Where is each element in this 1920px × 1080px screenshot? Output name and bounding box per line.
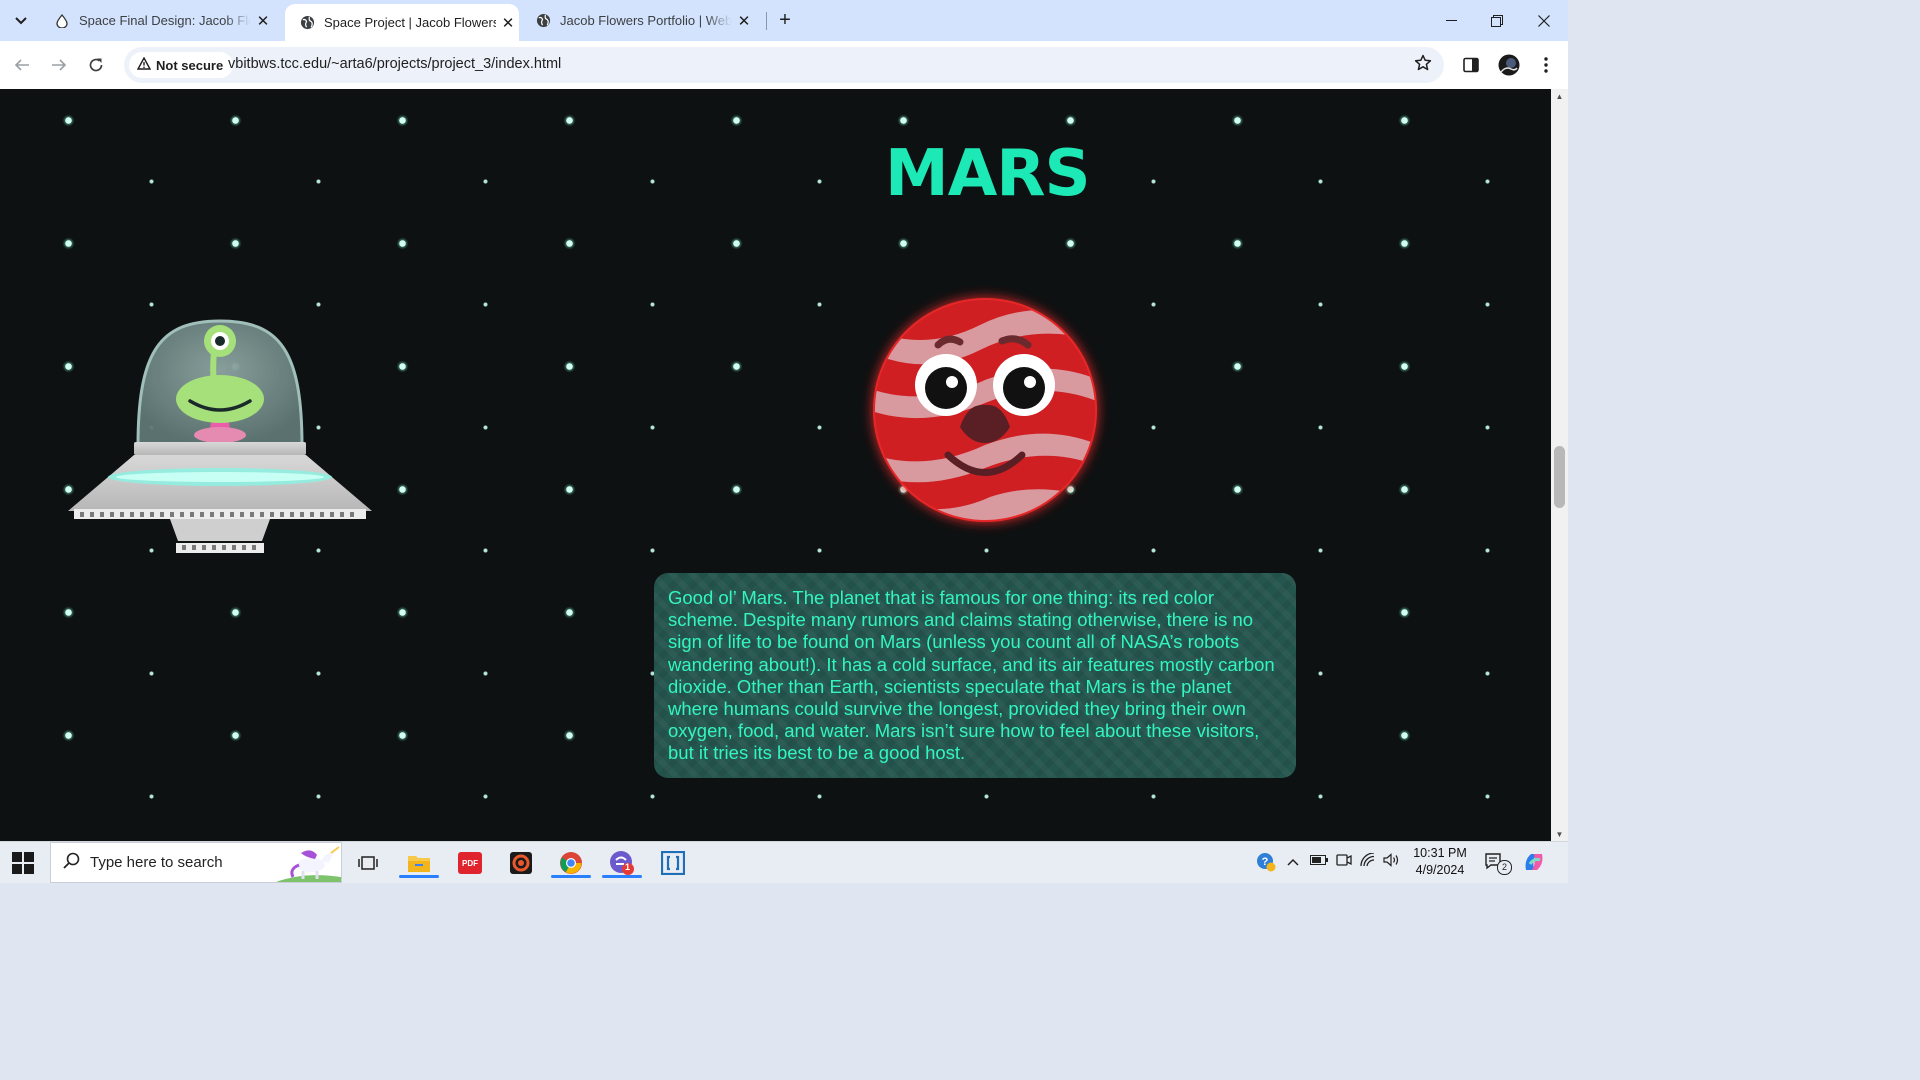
notification-center-icon[interactable]: 2 (1484, 852, 1512, 875)
wifi-icon[interactable] (1360, 852, 1376, 870)
task-view-icon[interactable] (353, 848, 383, 878)
volume-icon[interactable] (1383, 853, 1400, 870)
windows-start-icon[interactable] (12, 852, 34, 874)
mars-description-text: Good ol’ Mars. The planet that is famous… (668, 587, 1275, 764)
bookmark-star-icon[interactable] (1414, 54, 1432, 77)
brackets-app-icon[interactable] (658, 848, 688, 878)
tab-title: Space Final Design: Jacob Flowers (79, 13, 251, 28)
messenger-app-icon[interactable]: 1 (602, 848, 642, 878)
meet-now-icon[interactable] (1336, 853, 1352, 870)
taskbar-search-box[interactable]: Type here to search (50, 842, 342, 883)
search-placeholder: Type here to search (90, 854, 223, 871)
close-tab-icon[interactable]: ✕ (734, 11, 754, 31)
tab-separator (766, 12, 767, 30)
messenger-badge: 1 (625, 862, 631, 872)
clock-date: 4/9/2024 (1415, 863, 1465, 877)
help-badge-icon[interactable]: ? (1256, 852, 1276, 875)
search-icon (63, 852, 80, 874)
scroll-thumb[interactable] (1554, 446, 1565, 508)
notification-badge: 2 (1497, 860, 1512, 875)
battery-icon[interactable] (1310, 853, 1328, 869)
url-text[interactable]: vbitbws.tcc.edu/~arta6/projects/project_… (228, 56, 561, 72)
tab-title: Space Project | Jacob Flowers (324, 15, 496, 30)
back-icon[interactable] (9, 52, 35, 78)
restore-icon[interactable] (1474, 0, 1520, 41)
scroll-up-arrow-icon[interactable]: ▲ (1551, 89, 1568, 103)
tab-search-icon[interactable] (8, 8, 34, 34)
taskbar-clock[interactable]: 10:31 PM 4/9/2024 (1405, 845, 1475, 879)
active-app-indicator (602, 875, 642, 878)
page-title: MARS (885, 137, 1091, 211)
globe-favicon-icon (535, 13, 551, 29)
menu-kebab-icon[interactable] (1533, 52, 1559, 78)
scroll-down-arrow-icon[interactable]: ▼ (1551, 827, 1568, 841)
chrome-icon[interactable] (551, 848, 591, 878)
clock-time: 10:31 PM (1413, 846, 1467, 860)
reload-icon[interactable] (83, 52, 109, 78)
side-panel-icon[interactable] (1458, 52, 1484, 78)
site-info-chip[interactable]: Not secure (129, 52, 234, 78)
close-tab-icon[interactable]: ✕ (498, 13, 518, 33)
chevron-up-icon[interactable] (1287, 853, 1299, 869)
tab-title: Jacob Flowers Portfolio | Web Portfolio (560, 13, 732, 28)
droplet-favicon-icon (54, 13, 70, 29)
active-app-indicator (399, 875, 439, 878)
mars-cartoon-face-illustration (873, 298, 1097, 522)
copilot-icon[interactable] (1522, 850, 1546, 877)
browser-toolbar: Not secure vbitbws.tcc.edu/~arta6/projec… (0, 41, 1568, 90)
active-app-indicator (551, 875, 591, 878)
security-label: Not secure (156, 57, 224, 73)
profile-avatar-icon[interactable] (1496, 52, 1522, 78)
tab-strip: Space Final Design: Jacob Flowers ✕ Spac… (0, 0, 1568, 41)
windows-taskbar: Type here to search PDF 1 ? 10:31 PM 4/9… (0, 841, 1568, 883)
mars-description-panel: Good ol’ Mars. The planet that is famous… (654, 573, 1296, 778)
alien-ufo-illustration (68, 319, 372, 553)
unicorn-search-highlight-icon (276, 846, 341, 882)
close-icon[interactable] (1521, 0, 1567, 41)
minimize-icon[interactable] (1428, 0, 1474, 41)
tab-space-project[interactable]: Space Project | Jacob Flowers ✕ (285, 4, 519, 41)
svg-text:PDF: PDF (462, 859, 478, 868)
globe-favicon-icon (299, 15, 315, 31)
pdf-app-icon[interactable]: PDF (455, 848, 485, 878)
tab-portfolio[interactable]: Jacob Flowers Portfolio | Web Portfolio … (521, 0, 761, 41)
file-explorer-icon[interactable] (399, 848, 439, 878)
page-scrollbar[interactable]: ▲ ▼ (1551, 89, 1568, 841)
tab-space-final-design[interactable]: Space Final Design: Jacob Flowers ✕ (40, 0, 280, 41)
forward-icon[interactable] (46, 52, 72, 78)
page-viewport: MARS Good ol’ Mars. The planet that is f… (0, 89, 1551, 841)
new-tab-icon[interactable]: + (773, 8, 797, 32)
close-tab-icon[interactable]: ✕ (253, 11, 273, 31)
media-app-icon[interactable] (506, 848, 536, 878)
address-bar[interactable]: Not secure vbitbws.tcc.edu/~arta6/projec… (124, 47, 1444, 83)
warning-icon (136, 56, 152, 73)
